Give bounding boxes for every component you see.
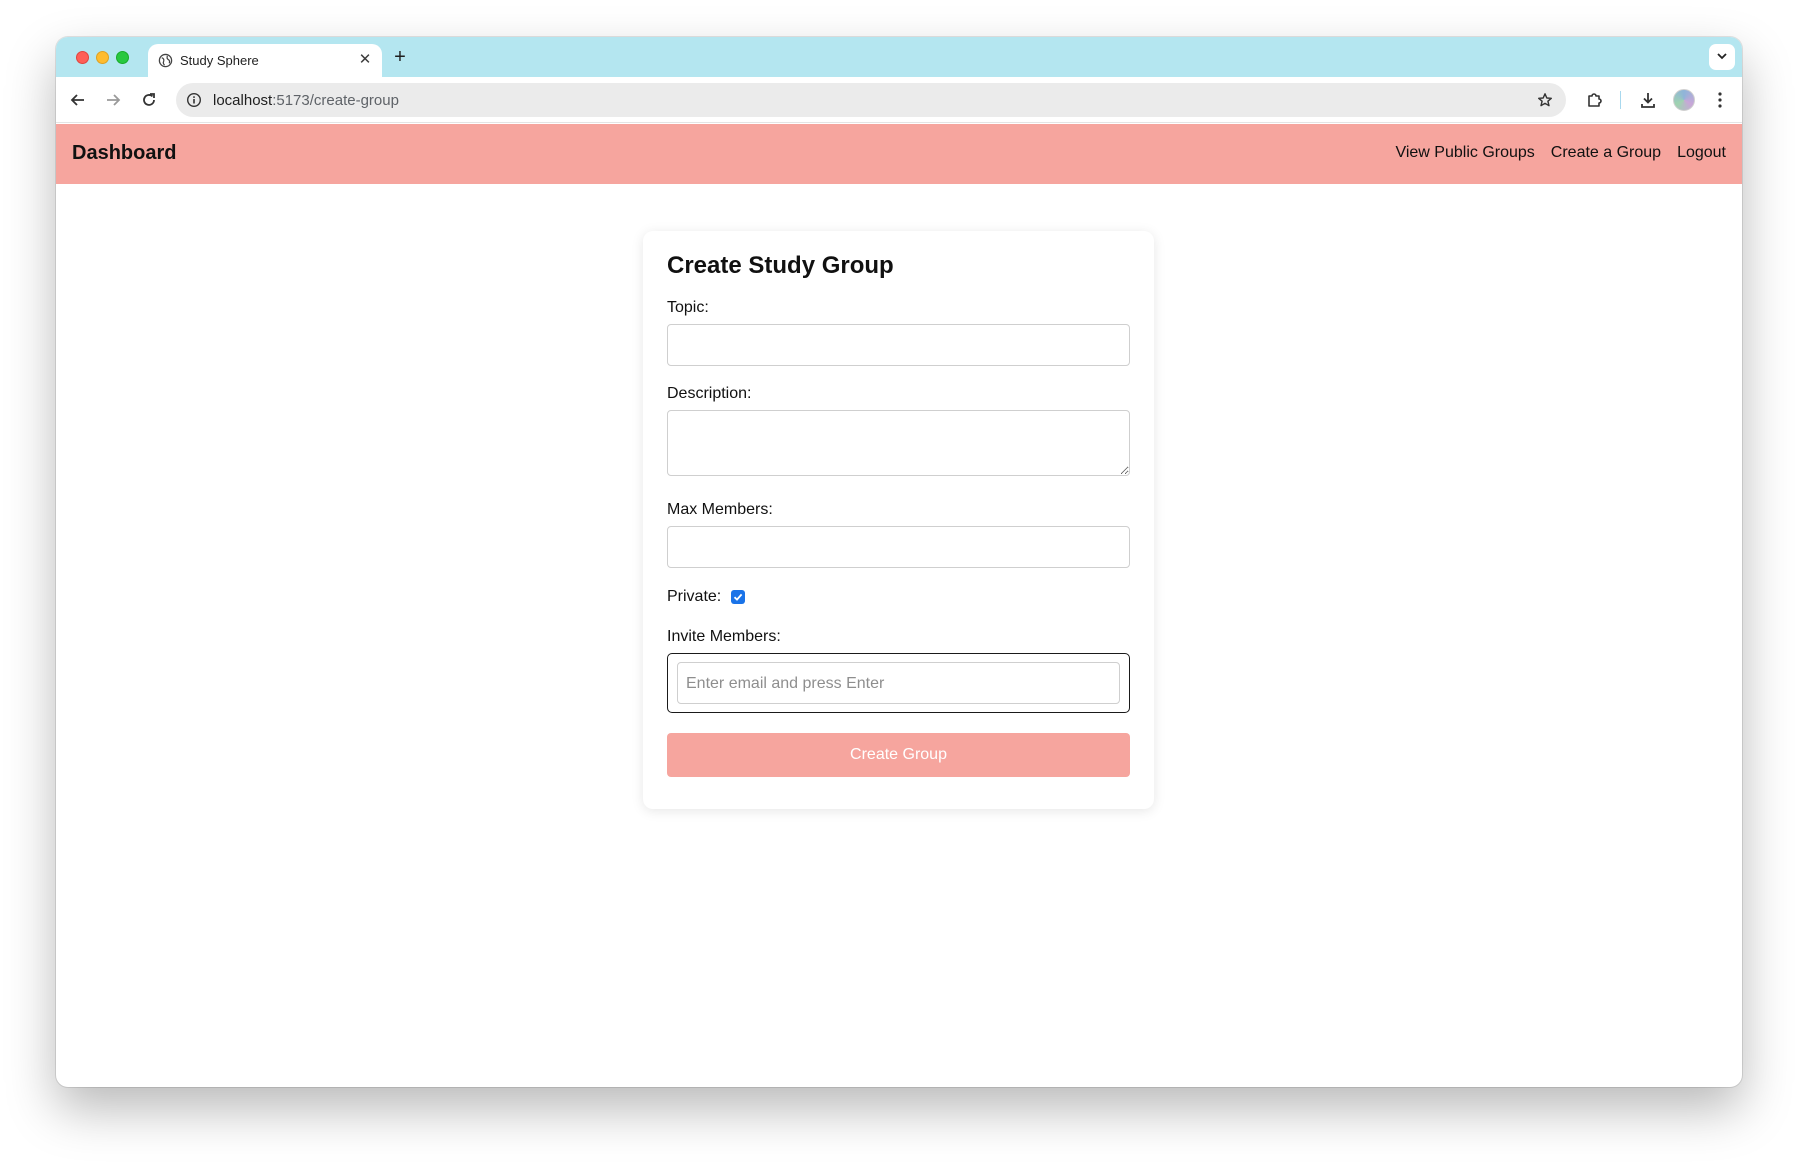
max-members-input[interactable] xyxy=(667,526,1130,568)
chevron-down-icon xyxy=(1717,53,1727,60)
private-checkbox[interactable] xyxy=(731,590,745,604)
profile-avatar[interactable] xyxy=(1673,89,1695,111)
url-host: localhost xyxy=(213,92,273,109)
globe-icon xyxy=(158,53,173,68)
reload-icon xyxy=(143,93,155,106)
invite-email-placeholder: Enter email and press Enter xyxy=(686,675,885,692)
invite-members-label: Invite Members: xyxy=(667,628,781,645)
new-tab-button[interactable]: + xyxy=(389,46,411,68)
extensions-button[interactable] xyxy=(1583,88,1607,112)
tab-search-button[interactable] xyxy=(1709,44,1735,70)
nav-brand-dashboard[interactable]: Dashboard xyxy=(72,142,176,165)
maximize-window-button[interactable] xyxy=(116,51,129,64)
create-group-card: Create Study Group Topic: Description: M… xyxy=(643,231,1154,809)
bookmark-star-icon[interactable] xyxy=(1534,89,1556,111)
topic-label: Topic: xyxy=(667,299,709,316)
browser-tab[interactable]: Study Sphere ✕ xyxy=(148,44,382,77)
minimize-window-button[interactable] xyxy=(96,51,109,64)
url-path: :5173/create-group xyxy=(272,92,399,109)
invite-email-input[interactable]: Enter email and press Enter xyxy=(677,662,1120,704)
topic-input[interactable] xyxy=(667,324,1130,366)
nav-link-view-public-groups[interactable]: View Public Groups xyxy=(1395,144,1534,162)
nav-links: View Public Groups Create a Group Logout xyxy=(1395,144,1726,162)
app-navbar: Dashboard View Public Groups Create a Gr… xyxy=(56,124,1742,184)
arrow-right-icon xyxy=(107,94,121,106)
back-button[interactable] xyxy=(66,88,90,112)
downloads-button[interactable] xyxy=(1636,88,1660,112)
create-group-button[interactable]: Create Group xyxy=(667,733,1130,777)
close-window-button[interactable] xyxy=(76,51,89,64)
toolbar-divider xyxy=(1620,91,1621,109)
private-label: Private: xyxy=(667,588,722,605)
nav-link-create-group[interactable]: Create a Group xyxy=(1551,144,1661,162)
page-title: Create Study Group xyxy=(667,252,894,279)
browser-toolbar: localhost:5173/create-group xyxy=(56,77,1742,123)
url-text: localhost:5173/create-group xyxy=(213,92,399,109)
tab-strip: Study Sphere ✕ + xyxy=(56,37,1742,77)
description-label: Description: xyxy=(667,385,752,402)
max-members-label: Max Members: xyxy=(667,501,773,518)
reload-button[interactable] xyxy=(137,88,161,112)
close-tab-icon[interactable]: ✕ xyxy=(356,51,374,69)
download-icon xyxy=(1641,93,1655,108)
checkmark-icon xyxy=(733,593,743,601)
invite-members-container: Enter email and press Enter xyxy=(667,653,1130,713)
description-textarea[interactable] xyxy=(667,410,1130,476)
kebab-menu-icon xyxy=(1718,92,1722,108)
tab-title: Study Sphere xyxy=(180,53,259,68)
arrow-left-icon xyxy=(70,94,84,106)
browser-menu-button[interactable] xyxy=(1708,88,1732,112)
nav-link-logout[interactable]: Logout xyxy=(1677,144,1726,162)
forward-button[interactable] xyxy=(101,88,125,112)
browser-window: Study Sphere ✕ + localhost:5173/create-g… xyxy=(56,37,1742,1087)
address-bar[interactable]: localhost:5173/create-group xyxy=(176,83,1566,117)
puzzle-icon xyxy=(1588,93,1602,107)
site-info-icon[interactable] xyxy=(184,90,204,110)
